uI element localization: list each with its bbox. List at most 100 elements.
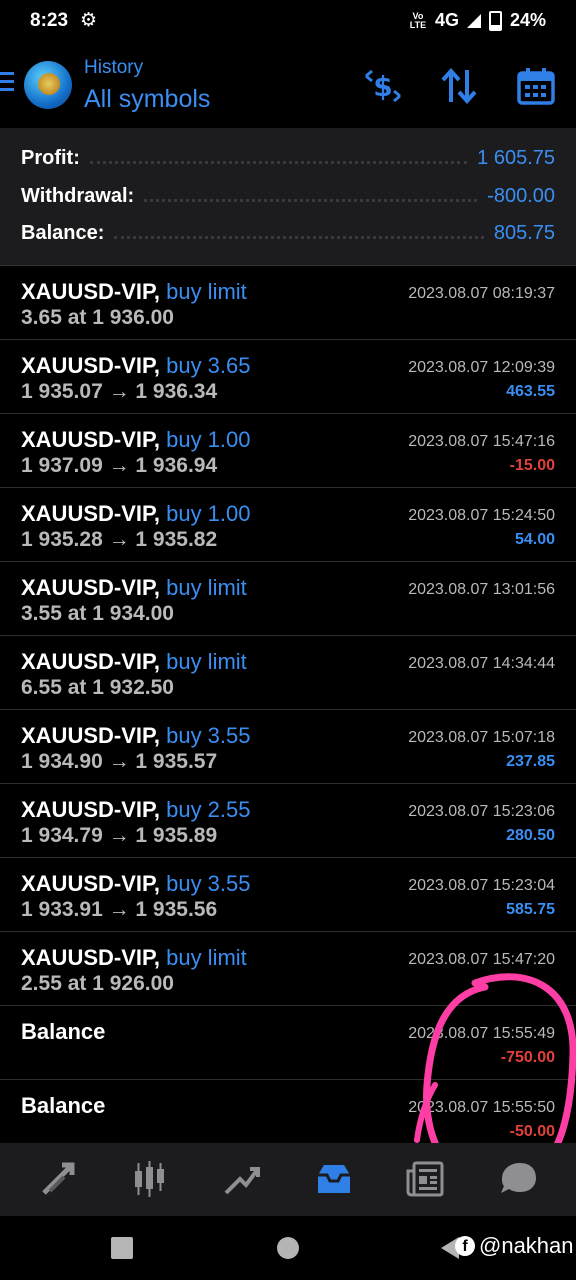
menu-icon[interactable] [0,72,14,96]
svg-text:$: $ [373,70,392,103]
list-item[interactable]: XAUUSD-VIP, buy limit 6.55 at 1 932.50 2… [0,636,576,710]
signal-icon [466,13,481,28]
order-type: buy 1.00 [166,501,251,526]
symbol-name: XAUUSD-VIP, [21,649,160,674]
trade-icon[interactable] [212,1157,272,1201]
order-type: buy 3.55 [166,723,251,748]
balance-entry-label: Balance [21,1019,106,1044]
status-time: 8:23 [30,10,69,31]
network-type: 4G [434,10,459,30]
summary-panel: Profit: 1 605.75 Withdrawal: -800.00 Bal… [0,128,576,266]
order-detail: 1 935.07 → 1 936.34 [21,380,218,403]
order-detail: 1 935.28 → 1 935.82 [21,528,218,551]
list-item[interactable]: XAUUSD-VIP, buy limit 2.55 at 1 926.00 2… [0,932,576,1006]
order-time: 2023.08.07 12:09:39 [408,359,555,376]
balance-label: Balance: [21,221,105,244]
order-detail: 1 937.09 → 1 936.94 [21,454,218,477]
order-type: buy limit [166,279,247,304]
profit-amount: 54.00 [514,531,555,548]
news-icon[interactable] [396,1157,456,1201]
balance-entry-amount: -750.00 [500,1049,555,1066]
balance-list-item[interactable]: Balance 2023.08.07 15:55:49 -750.00 [0,1006,576,1080]
currency-switch-icon[interactable]: $ [360,66,406,106]
app-logo[interactable] [24,61,72,109]
home-button[interactable] [277,1237,299,1259]
symbol-filter-title[interactable]: All symbols [84,85,210,114]
list-item[interactable]: XAUUSD-VIP, buy limit 3.55 at 1 934.00 2… [0,562,576,636]
list-item[interactable]: XAUUSD-VIP, buy 3.55 1 934.90 → 1 935.57… [0,710,576,784]
order-type: buy limit [166,649,247,674]
symbol-name: XAUUSD-VIP, [21,945,160,970]
list-item[interactable]: XAUUSD-VIP, buy 1.00 1 937.09 → 1 936.94… [0,414,576,488]
order-type: buy limit [166,575,247,600]
profit-row: Profit: 1 605.75 [21,142,555,174]
battery-level: 24% [509,10,546,30]
balance-entry-label: Balance [21,1093,106,1118]
order-detail: 1 934.79 → 1 935.89 [21,824,218,847]
app-bar-subtitle: History [84,57,144,78]
symbol-name: XAUUSD-VIP, [21,501,160,526]
balance-entry-time: 2023.08.07 15:55:49 [408,1025,555,1042]
battery-icon [488,10,502,31]
order-time: 2023.08.07 15:47:20 [408,951,555,968]
order-type: buy 3.65 [166,353,251,378]
order-detail: 3.55 at 1 934.00 [21,602,174,625]
status-indicators: Vo LTE 4G 24% [409,10,546,31]
calendar-icon[interactable] [515,66,557,106]
order-time: 2023.08.07 15:23:04 [408,877,555,894]
symbol-name: XAUUSD-VIP, [21,871,160,896]
quotes-icon[interactable] [28,1157,88,1201]
history-list: XAUUSD-VIP, buy limit 3.65 at 1 936.00 2… [0,266,576,1154]
symbol-name: XAUUSD-VIP, [21,353,160,378]
recents-button[interactable] [111,1237,133,1259]
gear-icon: ⚙ [80,10,98,31]
order-time: 2023.08.07 14:34:44 [408,655,555,672]
watermark: f @nakhan [455,1233,574,1259]
profit-label: Profit: [21,146,80,169]
order-time: 2023.08.07 15:47:16 [408,433,555,450]
sort-icon[interactable] [438,66,480,106]
facebook-icon: f [455,1236,475,1256]
volte-icon: Vo LTE [409,10,427,30]
chat-icon[interactable] [488,1157,548,1201]
list-item[interactable]: XAUUSD-VIP, buy 3.65 1 935.07 → 1 936.34… [0,340,576,414]
order-detail: 6.55 at 1 932.50 [21,676,174,699]
list-item[interactable]: XAUUSD-VIP, buy limit 3.65 at 1 936.00 2… [0,266,576,340]
chart-icon[interactable] [120,1157,180,1201]
list-item[interactable]: XAUUSD-VIP, buy 2.55 1 934.79 → 1 935.89… [0,784,576,858]
profit-amount: 237.85 [506,753,555,770]
history-icon[interactable] [304,1157,364,1201]
order-type: buy 2.55 [166,797,251,822]
symbol-name: XAUUSD-VIP, [21,427,160,452]
list-item[interactable]: XAUUSD-VIP, buy 3.55 1 933.91 → 1 935.56… [0,858,576,932]
list-item[interactable]: XAUUSD-VIP, buy 1.00 1 935.28 → 1 935.82… [0,488,576,562]
symbol-name: XAUUSD-VIP, [21,723,160,748]
watermark-text: @nakhan [479,1233,574,1258]
profit-amount: -15.00 [509,457,555,474]
balance-row: Balance: 805.75 [21,217,555,249]
profit-amount: 585.75 [506,901,555,918]
order-type: buy 3.55 [166,871,251,896]
withdrawal-value: -800.00 [487,184,555,207]
balance-entry-amount: -50.00 [509,1123,555,1140]
dotted-leader [144,198,478,202]
order-detail: 1 933.91 → 1 935.56 [21,898,218,921]
order-detail: 1 934.90 → 1 935.57 [21,750,218,773]
order-type: buy 1.00 [166,427,251,452]
order-detail: 2.55 at 1 926.00 [21,972,174,995]
symbol-name: XAUUSD-VIP, [21,797,160,822]
order-time: 2023.08.07 15:23:06 [408,803,555,820]
status-bar: 8:23 ⚙ Vo LTE 4G 24% [0,0,576,42]
balance-value: 805.75 [493,221,555,244]
bottom-navigation [0,1143,576,1216]
symbol-name: XAUUSD-VIP, [21,575,160,600]
order-type: buy limit [166,945,247,970]
withdrawal-row: Withdrawal: -800.00 [21,180,555,212]
order-time: 2023.08.07 08:19:37 [408,285,555,302]
app-bar: History All symbols $ [0,42,576,128]
profit-amount: 463.55 [506,383,555,400]
symbol-name: XAUUSD-VIP, [21,279,160,304]
order-time: 2023.08.07 15:07:18 [408,729,555,746]
balance-entry-time: 2023.08.07 15:55:50 [408,1099,555,1116]
dotted-leader [114,235,484,239]
